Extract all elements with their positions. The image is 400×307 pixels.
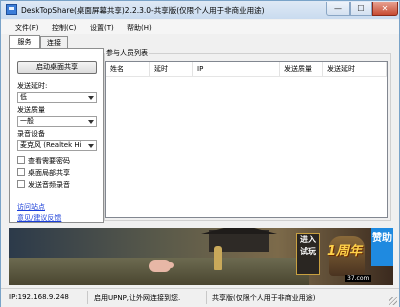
password-checkbox-label: 查看需要密码 (28, 157, 70, 165)
header-divider (106, 76, 387, 77)
feedback-link[interactable]: 意见/建议反馈 (17, 213, 61, 223)
chevron-down-icon (88, 120, 94, 124)
status-divider (87, 291, 88, 304)
column-header-quality[interactable]: 发送质量 (280, 62, 323, 76)
visit-site-link[interactable]: 访问站点 (17, 202, 45, 212)
ad-site-label: 37.com (345, 275, 372, 282)
ad-banner[interactable]: 进入试玩 1周年 37.com (9, 228, 393, 285)
send-audio-checkbox[interactable] (17, 180, 25, 188)
column-header-ip[interactable]: IP (193, 62, 280, 76)
menu-help[interactable]: 帮助(H) (127, 23, 152, 33)
title-bar[interactable]: DeskTopShare(桌面屏幕共享)2.2.3.0-共享版(仅限个人用于非商… (1, 1, 399, 19)
resize-grip[interactable] (389, 297, 397, 305)
partial-share-checkbox-label: 桌面局部共享 (28, 169, 70, 177)
send-delay-label: 发送延时: (17, 82, 48, 90)
quality-label: 发送质量 (17, 106, 45, 114)
password-checkbox[interactable] (17, 156, 25, 164)
menu-bar: 文件(F) 控制(C) 设置(T) 帮助(H) (1, 20, 399, 34)
tab-connect[interactable]: 连接 (40, 36, 68, 48)
close-button[interactable]: ✕ (372, 2, 398, 16)
status-upnp: 启用UPNP,让外网连接到您. (94, 294, 181, 302)
anniversary-text: 1周年 (327, 244, 363, 259)
status-divider (206, 291, 207, 304)
column-header-latency[interactable]: 延时 (150, 62, 193, 76)
maximize-button[interactable]: ☐ (350, 2, 372, 16)
participants-list[interactable]: 姓名 延时 IP 发送质量 发送延时 (105, 61, 388, 218)
menu-file[interactable]: 文件(F) (15, 23, 39, 33)
audio-device-value: 麦克风 (Realtek Hi (20, 141, 82, 149)
send-delay-select[interactable]: 低 (17, 92, 97, 103)
start-share-button[interactable]: 启动桌面共享 (17, 61, 97, 74)
chevron-down-icon (88, 144, 94, 148)
pig-icon (149, 260, 174, 272)
quality-value: 一般 (20, 117, 34, 125)
partial-share-checkbox[interactable] (17, 168, 25, 176)
status-bar: IP:192.168.9.248 启用UPNP,让外网连接到您. 共享版(仅限个… (1, 288, 399, 307)
participants-title: 参与人员列表 (105, 48, 149, 58)
tab-service[interactable]: 服务 (9, 35, 40, 48)
app-icon (6, 4, 17, 15)
audio-device-select[interactable]: 麦克风 (Realtek Hi (17, 140, 97, 151)
menu-control[interactable]: 控制(C) (52, 23, 76, 33)
status-ip: IP:192.168.9.248 (9, 293, 69, 301)
status-edition: 共享版(仅限个人用于非商业用途) (212, 294, 316, 302)
minimize-button[interactable]: — (326, 2, 350, 16)
send-delay-value: 低 (20, 93, 27, 101)
window-title: DeskTopShare(桌面屏幕共享)2.2.3.0-共享版(仅限个人用于非商… (21, 6, 265, 15)
main-window: DeskTopShare(桌面屏幕共享)2.2.3.0-共享版(仅限个人用于非商… (0, 0, 400, 307)
column-header-send-delay[interactable]: 发送延时 (323, 62, 387, 76)
audio-device-label: 录音设备 (17, 130, 45, 138)
quality-select[interactable]: 一般 (17, 116, 97, 127)
column-header-name[interactable]: 姓名 (106, 62, 150, 76)
sponsor-button[interactable]: 赞助 (371, 228, 393, 266)
hero-figure (214, 246, 222, 270)
chevron-down-icon (88, 96, 94, 100)
try-play-badge[interactable]: 进入试玩 (296, 233, 320, 275)
send-audio-checkbox-label: 发送音频录音 (28, 181, 70, 189)
menu-settings[interactable]: 设置(T) (90, 23, 114, 33)
